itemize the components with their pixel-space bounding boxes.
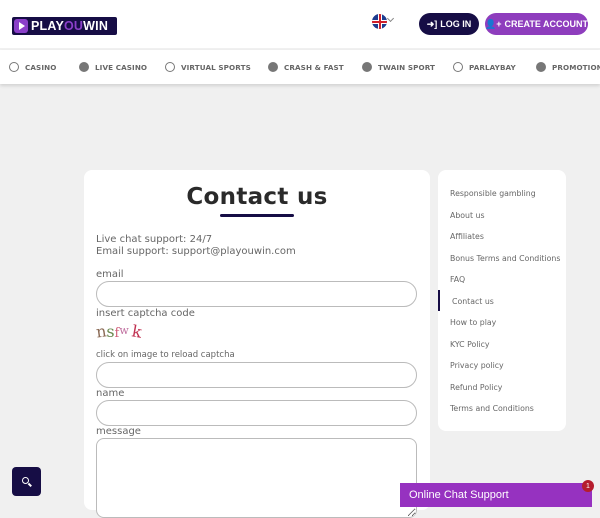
sidebar-item-privacy-policy[interactable]: Privacy policy [450, 361, 504, 370]
create-account-button[interactable]: 👤+ CREATE ACCOUNT [485, 13, 588, 35]
nav-item-parlaybay[interactable]: PARLAYBAY [453, 50, 516, 84]
main-nav: CASINO LIVE CASINO VIRTUAL SPORTS CRASH … [0, 50, 600, 84]
casino-chip-icon [9, 62, 19, 72]
support-info: Live chat support: 24/7 Email support: s… [96, 234, 296, 258]
active-indicator [438, 290, 440, 311]
captcha-field[interactable] [96, 362, 417, 388]
sidebar-item-about-us[interactable]: About us [450, 211, 485, 220]
sidebar-item-refund-policy[interactable]: Refund Policy [450, 383, 502, 392]
live-casino-icon [79, 62, 89, 72]
top-header: PLAYOUWIN ➜] LOG IN 👤+ CREATE ACCOUNT [0, 0, 600, 48]
sidebar-item-how-to-play[interactable]: How to play [450, 318, 496, 327]
virtual-sports-icon [165, 62, 175, 72]
login-button[interactable]: ➜] LOG IN [419, 13, 479, 35]
sidebar-item-bonus-terms[interactable]: Bonus Terms and Conditions [450, 254, 560, 263]
chevron-down-icon[interactable] [386, 14, 395, 23]
message-label: message [96, 426, 141, 437]
rocket-icon [268, 62, 278, 72]
sidebar-item-responsible-gambling[interactable]: Responsible gambling [450, 189, 536, 198]
nav-item-promotions[interactable]: PROMOTIONS [536, 50, 600, 84]
title-underline [220, 214, 294, 217]
message-field[interactable] [96, 438, 417, 518]
logo-text: PLAYOUWIN [31, 19, 109, 33]
chat-notification-badge: 1 [582, 480, 594, 492]
nav-item-twain-sport[interactable]: TWAIN SPORT [362, 50, 435, 84]
playouwin-logo[interactable]: PLAYOUWIN [12, 17, 117, 35]
captcha-label: insert captcha code [96, 308, 195, 319]
page-title: Contact us [186, 184, 328, 210]
nav-item-live-casino[interactable]: LIVE CASINO [79, 50, 147, 84]
nav-item-crash-fast[interactable]: CRASH & FAST [268, 50, 344, 84]
sidebar-item-kyc-policy[interactable]: KYC Policy [450, 340, 490, 349]
play-icon [14, 19, 28, 33]
captcha-image[interactable]: nsfwk [95, 321, 156, 346]
sidebar-item-faq[interactable]: FAQ [450, 275, 465, 284]
sidebar-item-terms[interactable]: Terms and Conditions [450, 404, 534, 413]
contact-card: Contact us Live chat support: 24/7 Email… [84, 170, 430, 518]
nav-item-casino[interactable]: CASINO [9, 50, 56, 84]
live-chat-info: Live chat support: 24/7 [96, 234, 213, 245]
sidebar-item-contact-us[interactable]: Contact us [452, 297, 494, 306]
login-icon: ➜] [426, 18, 438, 29]
sidebar-menu: Responsible gambling About us Affiliates… [438, 170, 566, 431]
email-field[interactable] [96, 281, 417, 307]
twain-sport-icon [362, 62, 372, 72]
email-support-info: Email support: support@playouwin.com [96, 246, 296, 257]
parlaybay-icon [453, 62, 463, 72]
sidebar-item-affiliates[interactable]: Affiliates [450, 232, 484, 241]
uk-flag-icon[interactable] [372, 14, 387, 29]
name-field[interactable] [96, 400, 417, 426]
online-chat-widget[interactable]: Online Chat Support [400, 483, 592, 507]
search-button[interactable] [12, 467, 41, 496]
add-user-icon: 👤+ [485, 18, 502, 29]
nav-item-virtual-sports[interactable]: VIRTUAL SPORTS [165, 50, 251, 84]
gift-icon [536, 62, 546, 72]
captcha-hint: click on image to reload captcha [96, 350, 235, 360]
email-label: email [96, 269, 124, 280]
name-label: name [96, 388, 125, 399]
